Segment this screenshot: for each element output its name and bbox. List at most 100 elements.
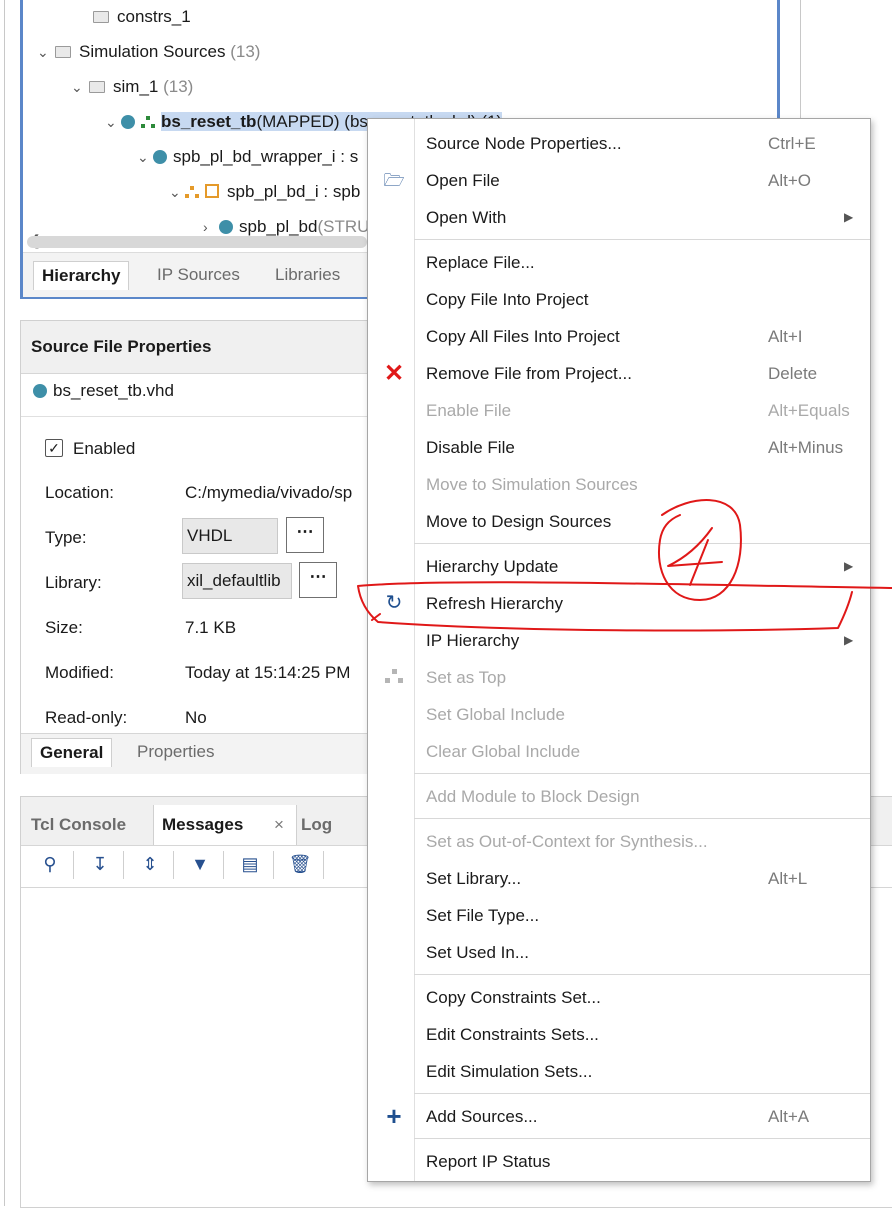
- top-module-icon: [141, 116, 155, 128]
- modified-label: Modified:: [45, 663, 114, 682]
- tab-log[interactable]: Log: [293, 805, 340, 845]
- menu-item-set-ooc: Set as Out-of-Context for Synthesis...: [368, 823, 870, 860]
- close-icon[interactable]: ×: [274, 805, 284, 845]
- vhdl-file-icon: [121, 115, 135, 129]
- menu-label: Edit Constraints Sets...: [426, 1025, 599, 1044]
- menu-item-copy-constraints-set[interactable]: Copy Constraints Set...: [368, 979, 870, 1016]
- tab-general[interactable]: General: [31, 738, 113, 767]
- library-value: xil_defaultlib: [182, 563, 292, 599]
- expand-all-icon[interactable]: ⇕: [137, 849, 163, 879]
- tab-libraries[interactable]: Libraries: [267, 261, 348, 289]
- menu-label: Source Node Properties...: [426, 134, 622, 153]
- props-tabs: General Properties: [21, 733, 381, 774]
- menu-shortcut: Alt+O: [768, 171, 811, 190]
- library-browse-button[interactable]: ⋯: [299, 562, 337, 598]
- tree-item-sim-1[interactable]: ⌄ sim_1 (13): [71, 72, 193, 102]
- menu-item-set-global-include: Set Global Include: [368, 696, 870, 733]
- menu-label: Move to Simulation Sources: [426, 475, 638, 494]
- tree-item-constrs-1[interactable]: constrs_1: [91, 2, 191, 32]
- tree-item-wrapper[interactable]: ⌄ spb_pl_bd_wrapper_i : s: [137, 142, 358, 172]
- menu-item-set-library[interactable]: Set Library... Alt+L: [368, 860, 870, 897]
- tab-properties[interactable]: Properties: [129, 738, 222, 766]
- divider: [21, 416, 381, 417]
- menu-label: Copy Constraints Set...: [426, 988, 601, 1007]
- menu-item-add-module-to-bd: Add Module to Block Design: [368, 778, 870, 815]
- chevron-down-icon[interactable]: ⌄: [37, 37, 53, 67]
- menu-item-report-ip-status[interactable]: Report IP Status: [368, 1143, 870, 1180]
- menu-item-clear-global-include: Clear Global Include: [368, 733, 870, 770]
- source-file-properties-panel: Source File Properties bs_reset_tb.vhd ✓…: [20, 320, 382, 774]
- menu-item-add-sources[interactable]: + Add Sources... Alt+A: [368, 1098, 870, 1135]
- menu-label: Open With: [426, 208, 507, 227]
- tab-tcl-console[interactable]: Tcl Console: [23, 805, 134, 845]
- tree-item-bd-instance[interactable]: ⌄ spb_pl_bd_i : spb: [169, 177, 360, 207]
- tab-label: Messages: [162, 815, 244, 834]
- menu-item-remove-file[interactable]: ✕ Remove File from Project... Delete: [368, 355, 870, 392]
- menu-shortcut: Alt+A: [768, 1107, 810, 1126]
- submenu-arrow-icon: ▶: [844, 210, 854, 224]
- tab-hierarchy[interactable]: Hierarchy: [33, 261, 130, 290]
- menu-label: Remove File from Project...: [426, 364, 632, 383]
- menu-item-move-to-design[interactable]: Move to Design Sources: [368, 503, 870, 540]
- tree-item-simulation-sources[interactable]: ⌄ Simulation Sources (13): [37, 37, 260, 67]
- size-label: Size:: [45, 618, 83, 637]
- horizontal-scrollbar[interactable]: [27, 236, 367, 248]
- comment-icon[interactable]: ▤: [237, 849, 263, 879]
- menu-item-ip-hierarchy[interactable]: IP Hierarchy ▶: [368, 622, 870, 659]
- tree-label: spb_pl_bd: [239, 217, 318, 236]
- tree-label: spb_pl_bd_i : spb: [227, 182, 361, 201]
- delete-icon[interactable]: 🗑: [287, 849, 313, 879]
- readonly-value: No: [185, 708, 207, 727]
- menu-item-copy-file-into-project[interactable]: Copy File Into Project: [368, 281, 870, 318]
- vhdl-file-icon: [153, 150, 167, 164]
- collapse-all-icon[interactable]: ↧: [87, 849, 113, 879]
- menu-item-set-file-type[interactable]: Set File Type...: [368, 897, 870, 934]
- block-design-icon: [185, 186, 199, 198]
- tree-count: (13): [230, 42, 261, 61]
- menu-item-set-as-top: Set as Top: [368, 659, 870, 696]
- submenu-arrow-icon: ▶: [844, 559, 854, 573]
- menu-item-open-with[interactable]: Open With ▶: [368, 199, 870, 236]
- menu-shortcut: Delete: [768, 364, 818, 383]
- vhdl-file-icon: [33, 384, 47, 398]
- menu-item-replace-file[interactable]: Replace File...: [368, 244, 870, 281]
- chevron-down-icon[interactable]: ⌄: [169, 177, 185, 207]
- menu-label: Set File Type...: [426, 906, 540, 925]
- tab-ip-sources[interactable]: IP Sources: [149, 261, 248, 289]
- tree-label: Simulation Sources: [79, 42, 226, 61]
- menu-label: Edit Simulation Sets...: [426, 1062, 593, 1081]
- menu-item-enable-file: Enable File Alt+Equals: [368, 392, 870, 429]
- type-value: VHDL: [182, 518, 278, 554]
- menu-item-copy-all-files[interactable]: Copy All Files Into Project Alt+I: [368, 318, 870, 355]
- file-name: bs_reset_tb.vhd: [53, 381, 174, 400]
- menu-item-open-file[interactable]: 🗁 Open File Alt+O: [368, 162, 870, 199]
- filter-icon[interactable]: ▼: [187, 849, 213, 879]
- chevron-down-icon[interactable]: ⌄: [137, 142, 153, 172]
- file-name-row: bs_reset_tb.vhd: [33, 381, 174, 401]
- submenu-arrow-icon: ▶: [844, 633, 854, 647]
- menu-shortcut: Ctrl+E: [768, 134, 816, 153]
- menu-shortcut: Alt+Minus: [768, 438, 844, 457]
- panel-divider: [800, 0, 801, 118]
- menu-item-refresh-hierarchy[interactable]: ↻ Refresh Hierarchy: [368, 585, 870, 622]
- chevron-down-icon[interactable]: ⌄: [105, 107, 121, 137]
- menu-label: IP Hierarchy: [426, 631, 520, 650]
- tree-label-bold: bs_reset_tb: [161, 112, 257, 131]
- menu-item-disable-file[interactable]: Disable File Alt+Minus: [368, 429, 870, 466]
- chevron-down-icon[interactable]: ⌄: [71, 72, 87, 102]
- enabled-label: Enabled: [73, 439, 136, 458]
- menu-item-set-used-in[interactable]: Set Used In...: [368, 934, 870, 971]
- menu-item-source-node-properties[interactable]: Source Node Properties... Ctrl+E: [368, 125, 870, 162]
- type-browse-button[interactable]: ⋯: [286, 517, 324, 553]
- search-icon[interactable]: ⚲: [37, 849, 63, 879]
- menu-item-edit-constraints-sets[interactable]: Edit Constraints Sets...: [368, 1016, 870, 1053]
- tab-messages[interactable]: Messages ×: [153, 805, 297, 845]
- readonly-label: Read-only:: [45, 708, 128, 727]
- menu-label: Copy All Files Into Project: [426, 327, 620, 346]
- menu-item-edit-simulation-sets[interactable]: Edit Simulation Sets...: [368, 1053, 870, 1090]
- menu-label: Set Library...: [426, 869, 522, 888]
- modified-value: Today at 15:14:25 PM: [185, 663, 351, 682]
- type-label: Type:: [45, 528, 87, 547]
- enabled-checkbox[interactable]: ✓: [45, 439, 63, 457]
- menu-item-hierarchy-update[interactable]: Hierarchy Update ▶: [368, 548, 870, 585]
